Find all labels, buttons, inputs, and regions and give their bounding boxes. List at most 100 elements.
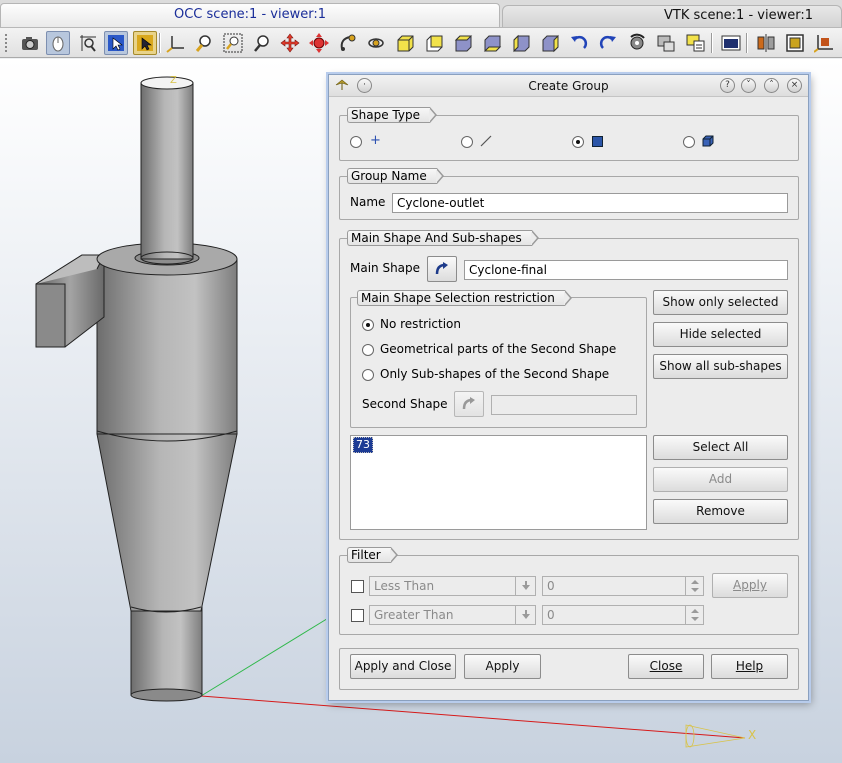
clipping-icon[interactable]: [754, 31, 778, 55]
second-shape-select-button[interactable]: [454, 391, 484, 417]
show-all-subshapes-button[interactable]: Show all sub-shapes: [653, 354, 788, 379]
zoom-style-icon[interactable]: [76, 31, 100, 55]
greater-than-spinbox[interactable]: 0: [542, 605, 704, 625]
restore-view-icon[interactable]: [683, 31, 707, 55]
selection-restriction-group: Main Shape Selection restriction No rest…: [350, 290, 647, 428]
filter-apply-label: Apply: [733, 578, 767, 592]
main-shape-legend: Main Shape And Sub-shapes: [347, 230, 539, 246]
view-tab-bar: OCC scene:1 - viewer:1 VTK scene:1 - vie…: [0, 0, 842, 28]
fit-area-icon[interactable]: [221, 31, 245, 55]
face-icon: [592, 136, 603, 147]
show-only-selected-button[interactable]: Show only selected: [653, 290, 788, 315]
close-button-label: Close: [649, 659, 683, 673]
greater-than-number: 0: [547, 608, 555, 622]
subshapes-list[interactable]: 73: [350, 435, 647, 530]
select-all-button[interactable]: Select All: [653, 435, 788, 460]
back-view-icon[interactable]: [422, 31, 446, 55]
filter-legend: Filter: [347, 547, 398, 563]
rotate-clockwise-icon[interactable]: [596, 31, 620, 55]
select-rect-icon[interactable]: [104, 31, 128, 55]
select-highlight-icon[interactable]: [133, 31, 157, 55]
dialog-titlebar[interactable]: · Create Group ? ˅ ˄ ×: [329, 75, 808, 97]
less-than-spinbox[interactable]: 0: [542, 576, 704, 596]
main-shape-group: Main Shape And Sub-shapes Main Shape Cyc…: [339, 230, 799, 540]
main-shape-input[interactable]: Cyclone-final: [464, 260, 788, 280]
main-shape-select-button[interactable]: [427, 256, 457, 282]
filter-group: Filter Less Than 0 Apply Greater Than 0: [339, 547, 799, 635]
geometrical-parts-radio[interactable]: [362, 344, 374, 356]
shape-type-vertex-radio[interactable]: [350, 136, 362, 148]
greater-than-checkbox[interactable]: [351, 609, 364, 622]
help-button[interactable]: Help: [711, 654, 788, 679]
tab-occ-viewer[interactable]: OCC scene:1 - viewer:1: [0, 3, 500, 27]
shape-type-group: Shape Type +: [339, 107, 799, 161]
geometrical-parts-label: Geometrical parts of the Second Shape: [380, 342, 617, 356]
add-button[interactable]: Add: [653, 467, 788, 492]
less-than-number: 0: [547, 579, 555, 593]
bottom-view-icon[interactable]: [480, 31, 504, 55]
edge-icon: [480, 135, 492, 150]
restriction-legend: Main Shape Selection restriction: [357, 290, 572, 306]
pan-icon[interactable]: [278, 31, 302, 55]
vertex-icon: +: [370, 133, 381, 148]
graduated-axes-icon[interactable]: [812, 31, 836, 55]
shape-type-solid-radio[interactable]: [683, 136, 695, 148]
less-than-value: Less Than: [374, 579, 435, 593]
shape-type-edge-radio[interactable]: [461, 136, 473, 148]
filter-apply-button[interactable]: Apply: [712, 573, 788, 598]
spin-arrows-icon: [685, 577, 703, 595]
remove-button[interactable]: Remove: [653, 499, 788, 524]
less-than-combo[interactable]: Less Than: [369, 576, 536, 596]
no-restriction-radio[interactable]: [362, 319, 374, 331]
less-than-checkbox[interactable]: [351, 580, 364, 593]
rotate-icon[interactable]: [336, 31, 360, 55]
rotation-point-icon[interactable]: [364, 31, 388, 55]
hide-selected-button[interactable]: Hide selected: [653, 322, 788, 347]
dump-view-icon[interactable]: [18, 31, 42, 55]
left-view-icon[interactable]: [509, 31, 533, 55]
memorize-view-icon[interactable]: [654, 31, 678, 55]
close-button[interactable]: Close: [628, 654, 704, 679]
greater-than-value: Greater Than: [374, 608, 454, 622]
select-arrow-icon: [462, 397, 475, 410]
help-context-icon[interactable]: ?: [720, 78, 735, 93]
maximize-icon[interactable]: ˄: [764, 78, 779, 93]
clone-view-icon[interactable]: [719, 31, 743, 55]
no-restriction-label: No restriction: [380, 317, 461, 331]
reset-view-icon[interactable]: [625, 31, 649, 55]
global-pan-icon[interactable]: [307, 31, 331, 55]
greater-than-combo[interactable]: Greater Than: [369, 605, 536, 625]
y-axis-line: [200, 616, 331, 697]
right-view-icon[interactable]: [538, 31, 562, 55]
top-view-icon[interactable]: [451, 31, 475, 55]
minimize-icon[interactable]: ˅: [741, 78, 756, 93]
viewer-toolbar: [0, 28, 842, 58]
zoom-icon[interactable]: [250, 31, 274, 55]
list-item[interactable]: 73: [353, 437, 373, 453]
scaling-icon[interactable]: [783, 31, 807, 55]
group-name-group: Group Name Name Cyclone-outlet: [339, 168, 799, 220]
close-icon[interactable]: ×: [787, 78, 802, 93]
shape-type-face-radio[interactable]: [572, 136, 584, 148]
second-shape-input[interactable]: [491, 395, 637, 415]
help-button-label: Help: [735, 659, 764, 673]
apply-button[interactable]: Apply: [464, 654, 541, 679]
group-name-input[interactable]: Cyclone-outlet: [392, 193, 788, 213]
z-axis-label: Z: [170, 75, 177, 86]
rotate-counterclockwise-icon[interactable]: [567, 31, 591, 55]
group-name-legend: Group Name: [347, 168, 444, 184]
second-shape-label: Second Shape: [362, 397, 448, 411]
interaction-style-icon[interactable]: [46, 31, 70, 55]
main-shape-label: Main Shape: [350, 261, 421, 275]
only-subshapes-radio[interactable]: [362, 369, 374, 381]
apply-and-close-button[interactable]: Apply and Close: [350, 654, 456, 679]
only-subshapes-label: Only Sub-shapes of the Second Shape: [380, 367, 610, 381]
select-arrow-icon: [435, 262, 448, 275]
trihedron-icon[interactable]: [164, 31, 188, 55]
toolbar-grip[interactable]: [5, 34, 9, 52]
tab-vtk-viewer[interactable]: VTK scene:1 - viewer:1: [502, 5, 842, 27]
chevron-down-icon: [515, 606, 535, 624]
fit-all-icon[interactable]: [192, 31, 216, 55]
front-view-icon[interactable]: [393, 31, 417, 55]
toolbar-separator: [159, 33, 161, 53]
